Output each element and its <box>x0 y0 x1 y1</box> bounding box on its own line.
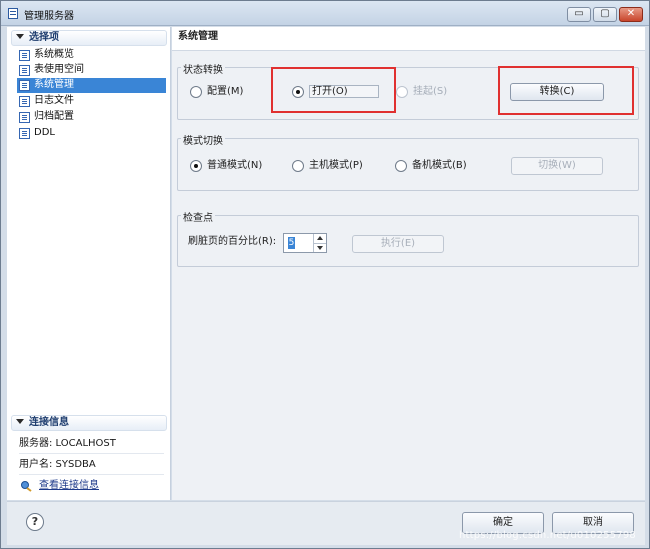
sidebar-item-label: 表使用空间 <box>34 64 84 75</box>
sidebar-item-log-files[interactable]: 日志文件 <box>17 94 166 109</box>
radio-dot <box>292 86 304 98</box>
state-transition-title: 状态转换 <box>181 61 225 76</box>
page-icon <box>19 50 30 61</box>
window-title: 管理服务器 <box>24 11 74 22</box>
close-button[interactable]: ✕ <box>619 7 643 22</box>
radio-suspend[interactable]: 挂起(S) <box>396 84 447 100</box>
radio-primary-mode[interactable]: 主机模式(P) <box>292 158 363 174</box>
sidebar-item-label: DDL <box>34 127 55 138</box>
connection-icon <box>21 481 32 492</box>
radio-label: 主机模式(P) <box>309 160 363 171</box>
dialog-footer: ? 确定 取消 https://blog.csdn.net/u010255798 <box>7 501 645 545</box>
checkpoint-title: 检查点 <box>181 209 215 224</box>
title-bar[interactable]: 管理服务器 ▭ ▢ ✕ <box>1 1 649 26</box>
sidebar-header-label: 选择项 <box>29 32 59 43</box>
radio-dot <box>395 160 407 172</box>
radio-dot <box>190 86 202 98</box>
collapse-triangle-icon <box>16 33 24 39</box>
spin-down-icon[interactable] <box>313 243 326 252</box>
main-panel: 系统管理 状态转换 配置(M) 打开(O) 挂起(S) 转换(C) 模式切换 普… <box>172 27 645 500</box>
percent-spinner[interactable]: 5 <box>283 233 327 253</box>
app-icon <box>8 8 18 19</box>
radio-dot <box>396 86 408 98</box>
sidebar-item-label: 系统管理 <box>34 79 74 90</box>
sidebar-item-table-space[interactable]: 表使用空间 <box>17 63 166 78</box>
switch-button[interactable]: 切换(W) <box>511 157 603 175</box>
sidebar-item-label: 归档配置 <box>34 111 74 122</box>
radio-label: 备机模式(B) <box>412 160 467 171</box>
mode-switch-title: 模式切换 <box>181 132 225 147</box>
radio-label: 普通模式(N) <box>207 160 263 171</box>
radio-standby-mode[interactable]: 备机模式(B) <box>395 158 467 174</box>
sidebar-item-label: 日志文件 <box>34 95 74 106</box>
radio-dot <box>292 160 304 172</box>
help-icon[interactable]: ? <box>26 513 44 531</box>
mode-switch-group: 模式切换 普通模式(N) 主机模式(P) 备机模式(B) 切换(W) <box>177 132 639 191</box>
page-title: 系统管理 <box>172 27 645 51</box>
dialog-window: 管理服务器 ▭ ▢ ✕ 选择项 系统概览 表使用空间 系统管理 日志文件 归档配… <box>0 0 650 549</box>
radio-normal-mode[interactable]: 普通模式(N) <box>190 158 262 174</box>
connection-section-header[interactable]: 连接信息 <box>11 415 167 431</box>
radio-open[interactable]: 打开(O) <box>292 84 379 100</box>
page-icon <box>19 96 30 107</box>
view-connection-link[interactable]: 查看连接信息 <box>19 478 99 494</box>
sidebar: 选择项 系统概览 表使用空间 系统管理 日志文件 归档配置 DDL 连接信息 服… <box>7 27 171 500</box>
page-icon <box>19 128 30 139</box>
user-info: 用户名: SYSDBA <box>19 455 164 475</box>
checkpoint-group: 检查点 刷脏页的百分比(R): 执行(E) <box>177 209 639 267</box>
sidebar-item-system-overview[interactable]: 系统概览 <box>17 48 166 63</box>
minimize-button[interactable]: ▭ <box>567 7 591 22</box>
sidebar-item-ddl[interactable]: DDL <box>17 126 166 141</box>
percent-value[interactable]: 5 <box>288 237 295 249</box>
view-connection-link-label: 查看连接信息 <box>39 480 99 491</box>
collapse-triangle-icon <box>16 418 24 424</box>
convert-button[interactable]: 转换(C) <box>510 83 604 101</box>
server-info: 服务器: LOCALHOST <box>19 434 164 454</box>
page-icon <box>19 65 30 76</box>
execute-button[interactable]: 执行(E) <box>352 235 444 253</box>
radio-configure[interactable]: 配置(M) <box>190 84 243 100</box>
page-icon <box>19 112 30 123</box>
spin-up-icon[interactable] <box>313 234 326 243</box>
dirty-page-percent-label: 刷脏页的百分比(R): <box>188 236 277 247</box>
radio-label: 打开(O) <box>309 85 379 98</box>
radio-label: 挂起(S) <box>413 86 448 97</box>
sidebar-item-system-management[interactable]: 系统管理 <box>17 78 166 93</box>
watermark-text: https://blog.csdn.net/u010255798 <box>459 530 636 541</box>
page-icon <box>19 80 30 91</box>
sidebar-item-archive-config[interactable]: 归档配置 <box>17 110 166 125</box>
connection-header-label: 连接信息 <box>29 417 69 428</box>
sidebar-section-header[interactable]: 选择项 <box>11 30 167 46</box>
radio-dot <box>190 160 202 172</box>
maximize-button[interactable]: ▢ <box>593 7 617 22</box>
state-transition-group: 状态转换 配置(M) 打开(O) 挂起(S) 转换(C) <box>177 61 639 120</box>
sidebar-item-label: 系统概览 <box>34 49 74 60</box>
radio-label: 配置(M) <box>207 86 244 97</box>
